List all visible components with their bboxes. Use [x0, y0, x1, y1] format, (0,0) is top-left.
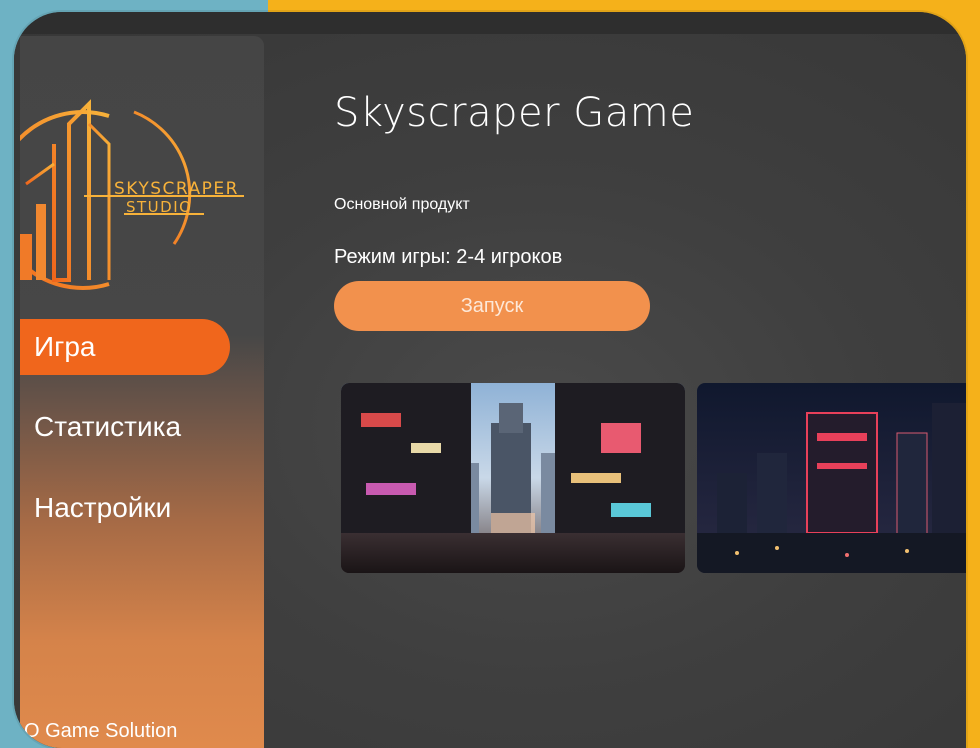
game-screenshot-1[interactable]	[341, 383, 685, 573]
sidebar: SKYSCRAPER STUDIO Игра Статистика Настро…	[20, 36, 264, 748]
game-mode-text: Режим игры: 2-4 игроков	[334, 246, 563, 268]
logo-text-line2: STUDIO	[126, 198, 192, 216]
skyscraper-studio-logo: SKYSCRAPER STUDIO	[20, 99, 244, 290]
sidebar-item-statistics[interactable]: Статистика	[20, 399, 181, 455]
sidebar-item-settings[interactable]: Настройки	[20, 480, 171, 536]
sidebar-item-label: Статистика	[34, 411, 182, 442]
logo-text-line1: SKYSCRAPER	[114, 179, 239, 199]
cyberpunk-city-street-image	[341, 383, 685, 573]
window-topbar	[14, 12, 966, 34]
night-city-skyline-image	[697, 383, 966, 573]
app-window: SKYSCRAPER STUDIO Игра Статистика Настро…	[14, 12, 966, 748]
sidebar-item-game[interactable]: Игра	[20, 319, 230, 375]
product-subtitle: Основной продукт	[334, 196, 470, 213]
sidebar-item-label: Настройки	[34, 492, 172, 523]
launch-button[interactable]: Запуск	[334, 281, 650, 331]
game-screenshot-2[interactable]	[697, 383, 966, 573]
sidebar-item-label: Игра	[34, 331, 96, 362]
page-title: Skyscraper Game	[334, 90, 695, 136]
footer-text: O Game Solution	[24, 720, 178, 742]
